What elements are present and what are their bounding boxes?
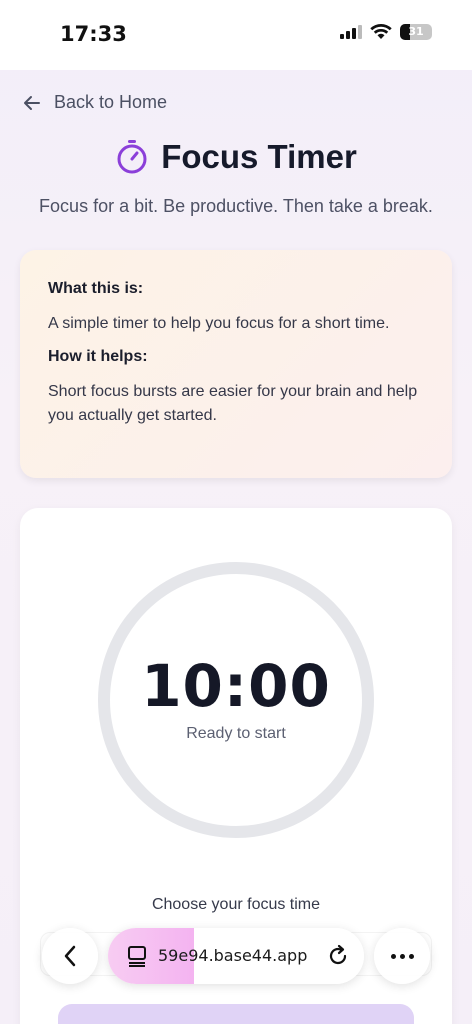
more-dot-icon [399, 953, 405, 959]
back-link-label: Back to Home [54, 92, 168, 112]
status-time: 17:33 [60, 22, 127, 46]
browser-back-button[interactable] [42, 928, 98, 984]
signal-icon [340, 25, 362, 39]
choose-focus-time-label: Choose your focus time [151, 896, 321, 913]
status-icons: 31 [340, 24, 432, 40]
page-subtitle: Focus for a bit. Be productive. Then tak… [39, 196, 433, 216]
more-dot-icon [390, 953, 396, 959]
info-card: What this is: A simple timer to help you… [20, 250, 452, 478]
status-bar: 17:33 31 [0, 0, 472, 70]
url-text: 59e94.base44.app [158, 946, 308, 965]
browser-toolbar: 59e94.base44.app [0, 928, 472, 984]
timer-display: 10:00 [141, 652, 331, 720]
arrow-left-icon [24, 95, 40, 110]
battery-level: 31 [408, 25, 424, 38]
more-dot-icon [408, 953, 414, 959]
tabs-icon[interactable] [126, 944, 148, 968]
timer-status: Ready to start [186, 725, 286, 742]
back-to-home-link[interactable]: Back to Home [22, 92, 167, 113]
what-text: A simple timer to help you focus for a s… [48, 315, 390, 332]
start-button[interactable] [58, 1004, 414, 1024]
stopwatch-icon [117, 140, 147, 174]
more-options-button[interactable] [374, 928, 430, 984]
battery-icon: 31 [400, 24, 432, 40]
address-bar[interactable]: 59e94.base44.app [108, 928, 364, 984]
what-heading: What this is: [48, 280, 144, 297]
page-title: Focus Timer [161, 138, 357, 175]
title-row: Focus Timer [0, 138, 472, 176]
how-heading: How it helps: [48, 348, 148, 365]
wifi-icon [370, 24, 392, 39]
chevron-left-icon [64, 945, 76, 967]
reload-icon[interactable] [326, 944, 350, 968]
how-text: Short focus bursts are easier for your b… [48, 383, 418, 424]
